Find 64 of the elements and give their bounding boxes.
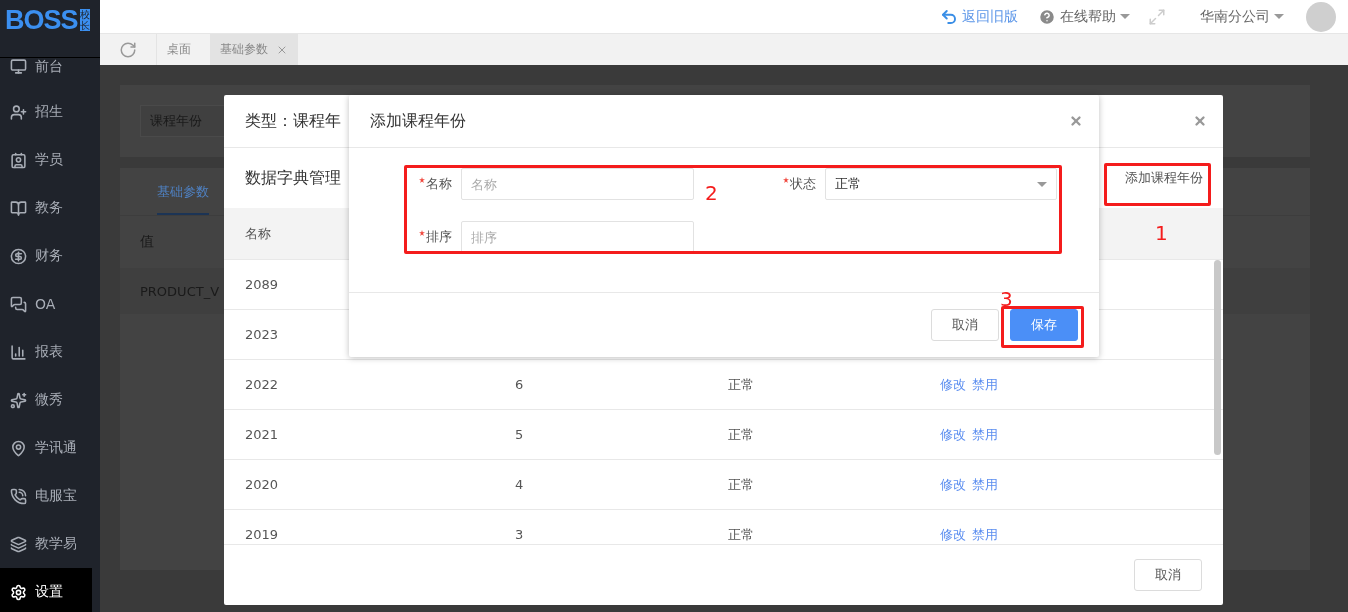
sidebar-item[interactable]: 学员 bbox=[0, 136, 92, 184]
table-cell: 2023 bbox=[245, 327, 279, 342]
annotation-number: 1 bbox=[1155, 223, 1168, 243]
help-menu[interactable]: 在线帮助 bbox=[1060, 7, 1116, 26]
logo-badge: 校长 bbox=[79, 9, 90, 31]
table-cell: 正常 bbox=[728, 525, 754, 544]
table-cell: 2020 bbox=[245, 477, 279, 492]
refresh-icon[interactable] bbox=[119, 40, 137, 59]
bar-chart-icon bbox=[10, 343, 27, 361]
sidebar-item[interactable]: 教务 bbox=[0, 184, 92, 232]
logo: BOSS bbox=[5, 6, 78, 34]
sidebar-item[interactable]: 微秀 bbox=[0, 376, 92, 424]
scrollbar[interactable] bbox=[1214, 260, 1221, 455]
cancel-button[interactable]: 取消 bbox=[1134, 559, 1202, 591]
settings-icon bbox=[10, 583, 27, 601]
field-label: 排序 bbox=[426, 228, 452, 246]
dialog-title: 添加课程年份 bbox=[370, 110, 466, 132]
chat-bubbles-icon bbox=[10, 295, 27, 313]
close-icon[interactable] bbox=[1193, 114, 1207, 128]
sidebar-item[interactable]: 招生 bbox=[0, 88, 92, 136]
table-cell: 3 bbox=[515, 527, 524, 542]
table-cell: 正常 bbox=[728, 425, 754, 444]
field-label: 名称 bbox=[426, 175, 452, 193]
avatar[interactable] bbox=[1306, 1, 1336, 32]
table-cell: 2089 bbox=[245, 277, 279, 292]
caret-icon bbox=[1274, 14, 1284, 19]
sidebar-item[interactable]: 教学易 bbox=[0, 520, 92, 568]
section-title: 数据字典管理 bbox=[245, 167, 341, 189]
phone-icon bbox=[10, 487, 27, 505]
fullscreen-icon[interactable] bbox=[1148, 7, 1166, 26]
table-cell: 2021 bbox=[245, 427, 279, 442]
undo-icon bbox=[940, 7, 958, 26]
caret-icon bbox=[1037, 181, 1047, 187]
map-pin-icon bbox=[10, 439, 27, 457]
sidebar-item[interactable]: 前台 bbox=[0, 58, 92, 88]
annotation-number: 3 bbox=[1000, 289, 1013, 309]
table-cell: 5 bbox=[515, 427, 524, 442]
user-plus-icon bbox=[10, 103, 27, 121]
book-icon bbox=[10, 199, 27, 217]
sparkles-icon bbox=[10, 391, 27, 409]
table-cell: 4 bbox=[515, 477, 524, 492]
table-cell: 正常 bbox=[728, 475, 754, 494]
table-cell: 2019 bbox=[245, 527, 279, 542]
table-cell: 2022 bbox=[245, 377, 279, 392]
field-label: 状态 bbox=[790, 175, 816, 193]
sidebar-item[interactable]: 报表 bbox=[0, 328, 92, 376]
caret-icon bbox=[1120, 14, 1130, 19]
coin-icon bbox=[10, 247, 27, 265]
help-icon[interactable] bbox=[1038, 7, 1056, 26]
close-icon[interactable] bbox=[1069, 114, 1083, 128]
column-header: 名称 bbox=[245, 224, 271, 243]
annotation-number: 2 bbox=[705, 183, 718, 203]
table-cell: 正常 bbox=[728, 375, 754, 394]
cancel-button[interactable]: 取消 bbox=[931, 309, 999, 341]
sidebar-item[interactable]: 设置 bbox=[0, 568, 92, 612]
sidebar-item[interactable]: OA bbox=[0, 280, 92, 328]
layers-icon bbox=[10, 535, 27, 553]
sidebar-item[interactable]: 财务 bbox=[0, 232, 92, 280]
monitor-icon bbox=[10, 58, 27, 75]
sidebar-item[interactable]: 学讯通 bbox=[0, 424, 92, 472]
branch-menu[interactable]: 华南分公司 bbox=[1200, 7, 1270, 26]
table-cell: 6 bbox=[515, 377, 524, 392]
contact-card-icon bbox=[10, 151, 27, 169]
sidebar-item[interactable]: 电服宝 bbox=[0, 472, 92, 520]
